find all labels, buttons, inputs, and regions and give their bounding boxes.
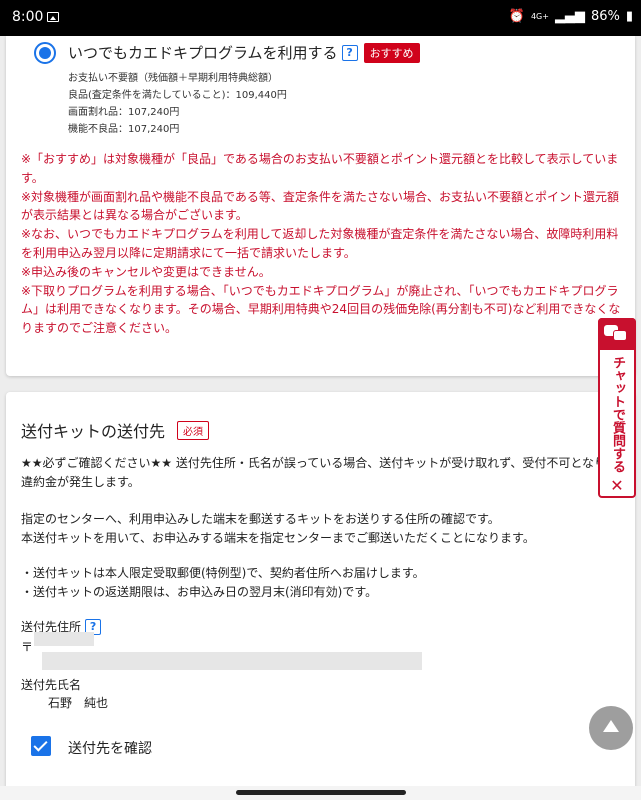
confirm-checkbox[interactable]: [31, 736, 51, 756]
kit-title-text: 送付キットの送付先: [21, 422, 166, 441]
kit-destination-card: 送付キットの送付先 必須 ★★必ずご確認ください★★ 送付先住所・氏名が誤ってい…: [6, 392, 635, 792]
program-option-label: いつでもカエドキプログラムを利用する: [68, 44, 338, 62]
help-icon[interactable]: ?: [341, 44, 358, 61]
status-right: ⏰ 4G+ ▂▄▆ 86% ▮: [509, 9, 633, 24]
battery-icon: ▮: [625, 9, 633, 24]
chat-widget[interactable]: チャットで質問する ✕: [598, 318, 636, 498]
network-type: 4G+: [530, 11, 549, 21]
section-title: 送付キットの送付先 必須: [21, 418, 210, 442]
status-bar: 8:00 ⏰ 4G+ ▂▄▆ 86% ▮: [0, 0, 641, 36]
note-line: ※なお、いつでもカエドキプログラムを利用して返却した対象機種が査定条件を満たさな…: [21, 227, 619, 260]
name-value: 石野 純也: [48, 696, 109, 710]
warning-text: ★★必ずご確認ください★★ 送付先住所・氏名が誤っている場合、送付キットが受け取…: [21, 456, 607, 489]
image-notification-icon: [47, 12, 59, 22]
intro-line: 本送付キットを用いて、お申込みする端末を指定センターまでご郵送いただくことになり…: [21, 531, 535, 545]
payment-details: お支払い不要額（残価額＋早期利用特典総額） 良品(査定条件を満たしていること)：…: [68, 70, 287, 138]
alarm-icon: ⏰: [508, 9, 525, 24]
bullet-item: ・送付キットは本人限定受取郵便(特例型)で、契約者住所へお届けします。: [21, 566, 425, 580]
bullet-item: ・送付キットの返送期限は、お申込み日の翌月末(消印有効)です。: [21, 585, 378, 599]
chat-icon: [598, 318, 636, 350]
notes: ※「おすすめ」は対象機種が「良品」である場合のお支払い不要額とポイント還元額とを…: [21, 150, 627, 338]
home-indicator[interactable]: [236, 790, 406, 795]
scroll-top-button[interactable]: [589, 706, 633, 750]
detail-line: 良品(査定条件を満たしていること)：109,440円: [68, 90, 287, 101]
confirm-label[interactable]: 送付先を確認: [68, 738, 152, 758]
bullet-list: ・送付キットは本人限定受取郵便(特例型)で、契約者住所へお届けします。 ・送付キ…: [21, 564, 611, 602]
name-label: 送付先氏名: [21, 678, 82, 692]
program-option[interactable]: いつでもカエドキプログラムを利用する ? おすすめ: [68, 42, 420, 63]
program-radio[interactable]: [34, 42, 56, 64]
intro-text: 指定のセンターへ、利用申込みした端末を郵送するキットをお送りする住所の確認です。…: [21, 510, 611, 548]
note-line: ※下取りプログラムを利用する場合、「いつでもカエドキプログラム」が廃止され、「い…: [21, 283, 621, 336]
intro-line: 指定のセンターへ、利用申込みした端末を郵送するキットをお送りする住所の確認です。: [21, 512, 500, 526]
detail-line: お支払い不要額（残価額＋早期利用特典総額）: [68, 73, 278, 84]
status-time: 8:00: [12, 9, 44, 25]
zip-mark: 〒: [21, 640, 34, 654]
close-icon[interactable]: ✕: [609, 476, 625, 495]
program-option-card: いつでもカエドキプログラムを利用する ? おすすめ お支払い不要額（残価額＋早期…: [6, 36, 635, 376]
detail-line: 機能不良品：107,240円: [68, 124, 180, 135]
battery-level: 86%: [590, 9, 620, 24]
navigation-bar: [0, 786, 641, 800]
note-line: ※「おすすめ」は対象機種が「良品」である場合のお支払い不要額とポイント還元額とを…: [21, 152, 619, 185]
redacted-zip: [34, 632, 94, 646]
required-badge: 必須: [177, 420, 210, 440]
recommended-badge: おすすめ: [363, 42, 420, 63]
redacted-address: [42, 652, 422, 670]
note-line: ※申込み後のキャンセルや変更はできません。: [21, 264, 271, 279]
detail-line: 画面割れ品：107,240円: [68, 107, 180, 118]
note-line: ※対象機種が画面割れ品や機能不良品である等、査定条件を満たさない場合、お支払い不…: [21, 189, 619, 223]
signal-icon: ▂▄▆: [554, 9, 585, 24]
chat-label: チャットで質問する: [610, 356, 625, 473]
